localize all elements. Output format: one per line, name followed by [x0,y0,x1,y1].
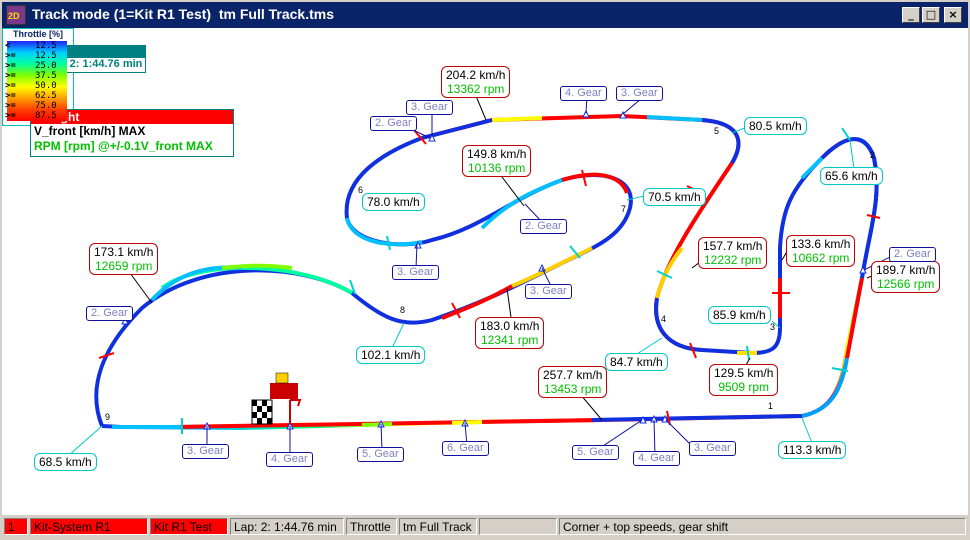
throttle-row: >= 50.0 [5,81,57,91]
track-canvas[interactable]: Lap Lap 2: 1:44.76 min Straight V_front … [2,28,968,515]
sector-number: 3 [770,322,776,332]
gear-label: 3. Gear [392,265,439,280]
speed-label: 85.9 km/h [708,306,771,324]
maximize-button[interactable]: □ [922,7,940,23]
status-test: Kit R1 Test [150,518,228,535]
sector-number: 2 [870,150,876,160]
sector-number: 8 [400,305,406,315]
throttle-row: >= 62.5 [5,91,57,101]
gear-label: 4. Gear [633,451,680,466]
gear-label: 3. Gear [182,444,229,459]
speed-rpm-label: 133.6 km/h 10662 rpm [786,235,856,267]
gear-label: 4. Gear [560,86,607,101]
gear-label: 2. Gear [889,247,936,262]
sector-number: 6 [358,185,364,195]
gear-label: 3. Gear [616,86,663,101]
sector-number: 7 [621,204,627,214]
speed-rpm-label: 157.7 km/h 12232 rpm [698,237,768,269]
speed-label: 102.1 km/h [356,346,426,364]
app-window: 2D Track mode (1=Kit R1 Test) tm Full Tr… [0,0,970,540]
speed-rpm-label: 204.2 km/h 13362 rpm [441,66,511,98]
speed-label: 84.7 km/h [605,353,668,371]
sector-number: 5 [714,126,720,136]
status-lap-time: Lap: 2: 1:44.76 min [230,518,344,535]
speed-label: 80.5 km/h [744,117,807,135]
speed-rpm-label: 189.7 km/h 12566 rpm [871,261,941,293]
throttle-row: <12.5 [5,41,57,51]
status-lap-number: 1 [4,518,28,535]
gear-label: 2. Gear [86,306,133,321]
gear-label: 4. Gear [266,452,313,467]
sector-number: 9 [105,412,111,422]
speed-label: 78.0 km/h [362,193,425,211]
window-title: Track mode (1=Kit R1 Test) tm Full Track… [32,6,334,22]
title-bar[interactable]: 2D Track mode (1=Kit R1 Test) tm Full Tr… [2,2,968,28]
gear-label: 5. Gear [357,447,404,462]
status-track: tm Full Track [399,518,477,535]
status-empty [479,518,557,535]
gear-label: 3. Gear [525,284,572,299]
status-channel: Throttle [346,518,397,535]
throttle-row: >= 87.5 [5,111,57,121]
throttle-row: >= 12.5 [5,51,57,61]
legend-rpm-line: RPM [rpm] @+/-0.1V_front MAX [34,139,213,153]
finish-flag-icon [251,372,302,425]
sector-number: 1 [768,401,774,411]
speed-label: 68.5 km/h [34,453,97,471]
speed-rpm-label: 149.8 km/h 10136 rpm [462,145,532,177]
throttle-row: >= 25.0 [5,61,57,71]
gear-label: 6. Gear [442,441,489,456]
gear-label: 2. Gear [370,116,417,131]
throttle-row: >= 37.5 [5,71,57,81]
sector-number: 4 [661,314,667,324]
status-system: Kit-System R1 [30,518,148,535]
speed-rpm-label: 183.0 km/h 12341 rpm [475,317,545,349]
speed-rpm-label: 129.5 km/h 9509 rpm [709,364,779,396]
speed-label: 65.6 km/h [820,167,883,185]
status-bar: 1 Kit-System R1 Kit R1 Test Lap: 2: 1:44… [2,517,968,538]
speed-label: 113.3 km/h [778,441,847,459]
gear-label: 5. Gear [572,445,619,460]
app-logo-icon: 2D [6,5,26,25]
legend-speed-line: V_front [km/h] MAX [34,124,146,138]
gear-label: 3. Gear [689,441,736,456]
minimize-button[interactable]: _ [902,7,920,23]
status-mode: Corner + top speeds, gear shift [559,518,966,535]
gear-label: 2. Gear [520,219,567,234]
speed-label: 70.5 km/h [643,188,706,206]
throttle-row: >= 75.0 [5,101,57,111]
speed-rpm-label: 257.7 km/h 13453 rpm [538,366,608,398]
gear-label: 3. Gear [406,100,453,115]
close-button[interactable]: × [944,7,962,23]
speed-rpm-label: 173.1 km/h 12659 rpm [89,243,159,275]
throttle-legend: Throttle [%] <12.5 >= 12.5 >= 25.0 >= 37.5 … [2,28,74,126]
